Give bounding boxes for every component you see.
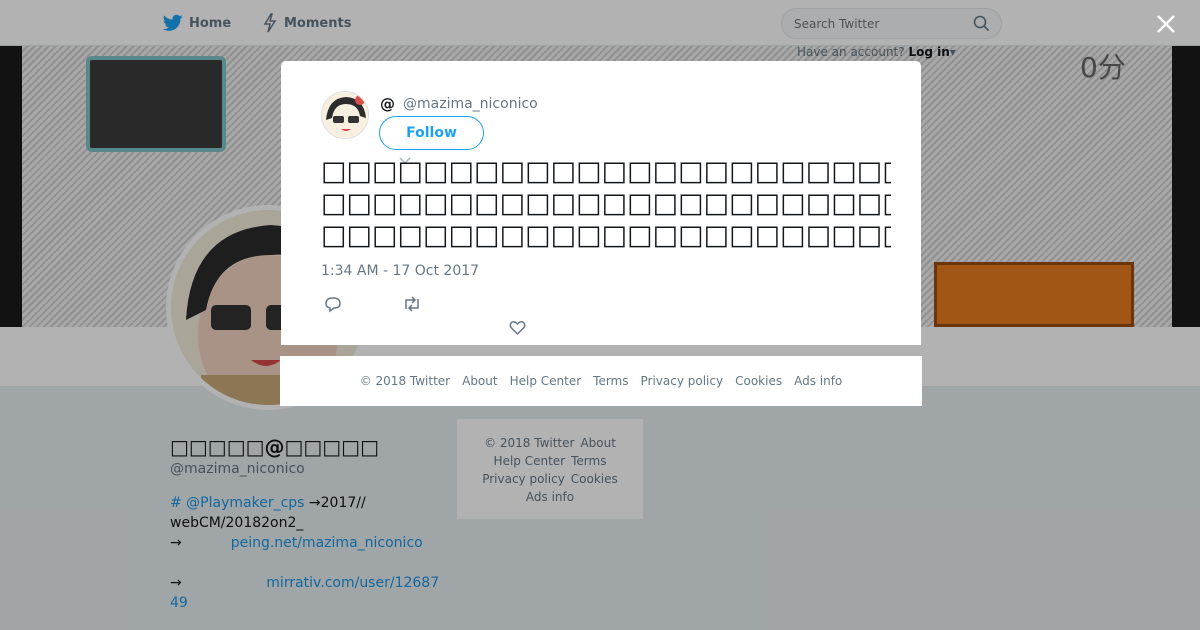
reply-icon[interactable] [324,296,342,313]
footer-ads-link[interactable]: Ads info [794,374,842,388]
modal-footer: © 2018 Twitter About Help Center Terms P… [280,356,922,406]
tweet-text-line: □□□□□□□□□□□□□□□□□□□□□□□□□□□□□□□□□□□□□□□ [321,220,891,251]
tweet-timestamp[interactable]: 1:34 AM - 17 Oct 2017 [321,263,479,279]
tweet-author-name[interactable]: @ [380,95,395,113]
footer-privacy-link[interactable]: Privacy policy [641,374,724,388]
tweet-author-handle[interactable]: @mazima_niconico [403,96,538,112]
footer-cookies-link[interactable]: Cookies [735,374,782,388]
footer-help-link[interactable]: Help Center [510,374,582,388]
tweet-author-avatar[interactable] [321,91,369,139]
like-heart-icon[interactable] [509,320,526,336]
tweet-text-line: □□□□□□□□□□□□□□□□□□□□□□□□□□□□ [321,156,891,187]
tweet-text: □□□□□□□□□□□□□□□□□□□□□□ □□□□□□ □□□□□□□□□□□… [321,156,891,252]
retweet-icon[interactable] [402,296,422,312]
close-icon[interactable] [1154,12,1178,36]
avatar-thumb-illustration [322,92,368,138]
tweet-text-line: □□□□□□□□□□□□□□□□□□□□□□□□□□□□□□□□□□□□ [321,188,891,219]
tweet-modal: @ @mazima_niconico Follow □□□□□□□□□□□□□□… [281,61,921,345]
footer-about-link[interactable]: About [462,374,497,388]
footer-terms-link[interactable]: Terms [593,374,628,388]
follow-button[interactable]: Follow [379,116,484,150]
footer-copyright: © 2018 Twitter [359,374,451,388]
